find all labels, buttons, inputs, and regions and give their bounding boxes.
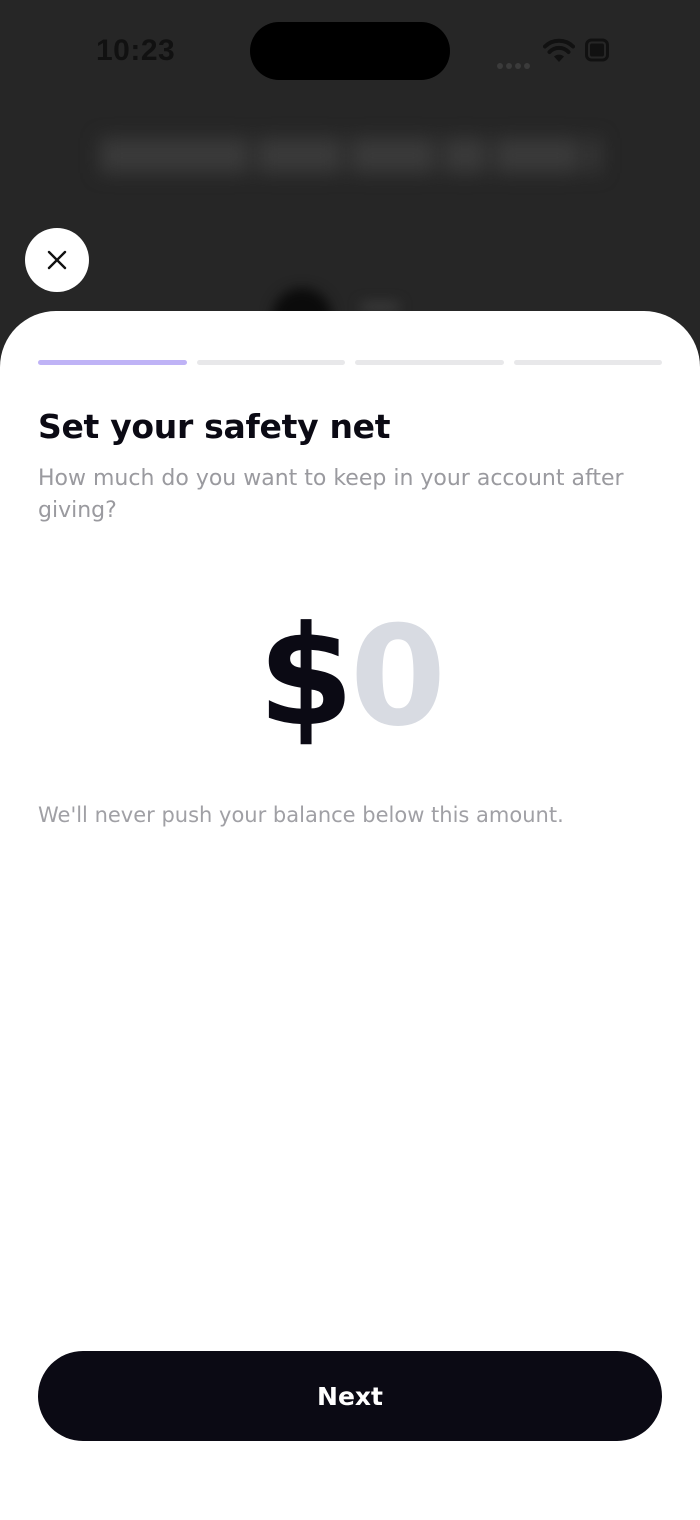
progress-step-1 [38, 360, 187, 365]
sheet-title: Set your safety net [38, 407, 391, 446]
safety-net-hint: We'll never push your balance below this… [38, 803, 564, 827]
wifi-icon [543, 38, 575, 62]
app-screen: 10:23 ███████ ████ ████ ██ ████ ████ Set [0, 0, 700, 1520]
close-button[interactable] [25, 228, 89, 292]
progress-step-3 [355, 360, 504, 365]
cellular-dots-icon [497, 56, 533, 69]
amount-value: 0 [350, 596, 446, 757]
sheet-subtitle: How much do you want to keep in your acc… [38, 466, 624, 523]
progress-step-4 [513, 360, 662, 365]
bottom-sheet: Set your safety net How much do you want… [0, 311, 700, 1520]
status-bar: 10:23 [0, 0, 700, 100]
background-blurred-heading: ███████ ████ ████ ██ ████ ████ [100, 138, 600, 171]
amount-input[interactable]: $0 [0, 607, 700, 747]
progress-step-2 [196, 360, 345, 365]
step-progress-bar [38, 360, 662, 366]
dynamic-island [250, 22, 450, 80]
next-button[interactable]: Next [38, 1351, 662, 1441]
status-time: 10:23 [96, 34, 176, 67]
battery-icon [585, 38, 609, 62]
amount-currency-symbol: $ [257, 596, 354, 757]
close-icon [47, 250, 67, 270]
